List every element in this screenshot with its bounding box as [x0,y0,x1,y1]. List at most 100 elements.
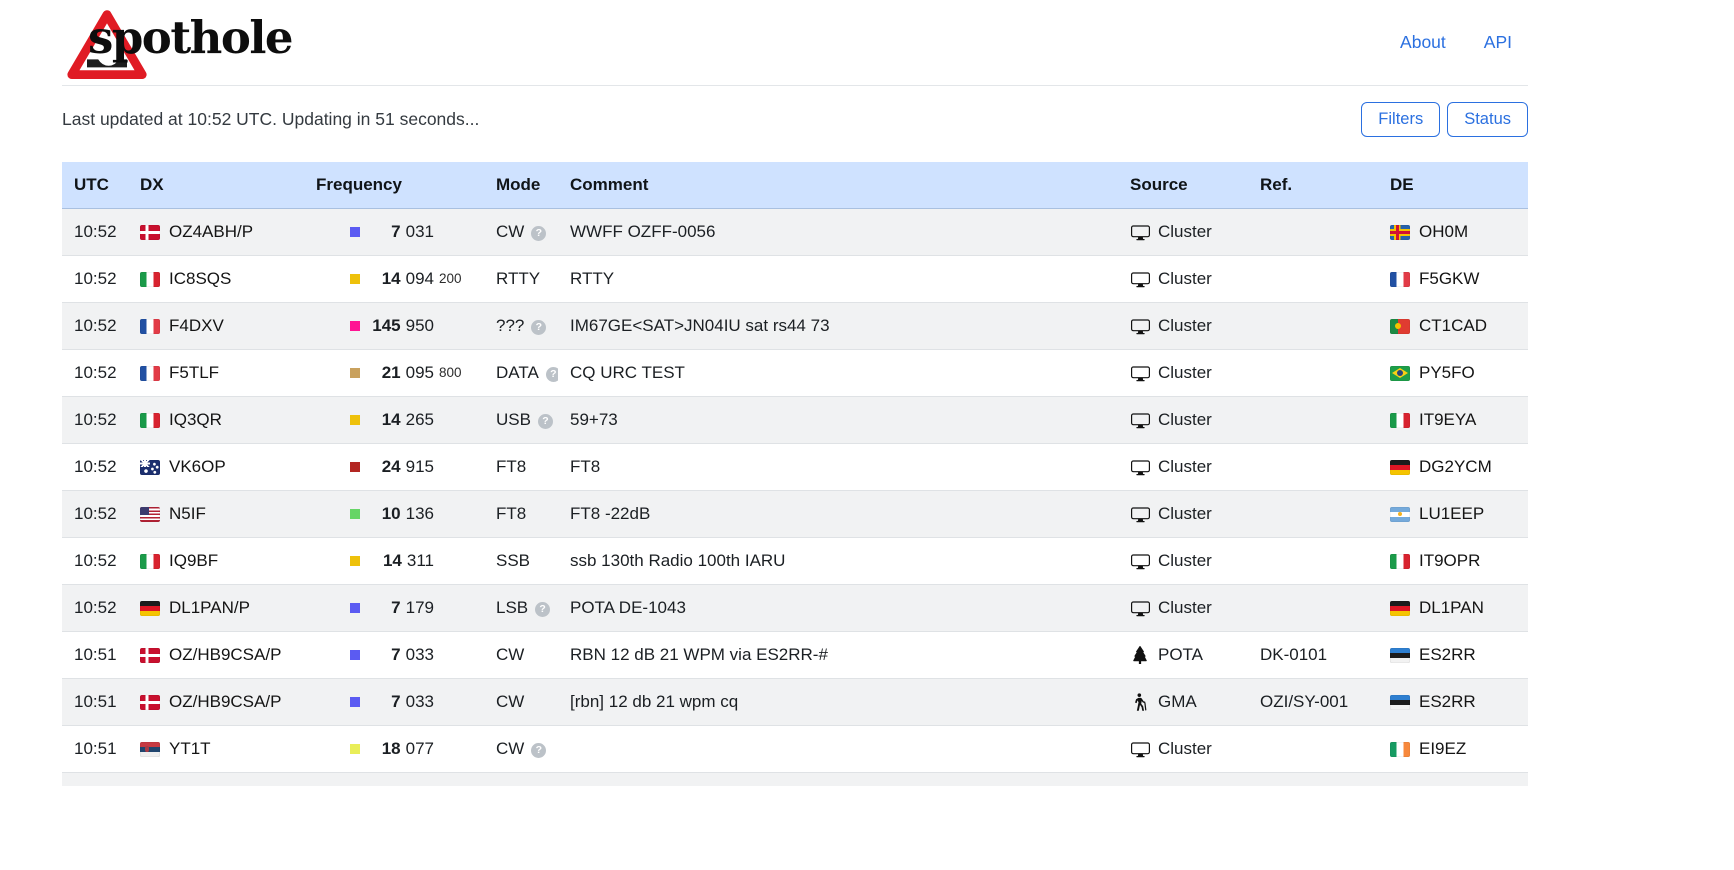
mode-help-icon[interactable]: ? [531,320,546,335]
filters-button[interactable]: Filters [1361,102,1440,137]
cluster-monitor-icon [1130,411,1150,430]
dx-callsign-link[interactable]: IC8SQS [169,267,231,291]
utc-cell: 10:51 [62,632,128,679]
mode-help-icon[interactable]: ? [535,602,550,617]
de-cell: DG2YCM [1378,444,1528,491]
source-label: POTA [1158,643,1203,667]
ref-cell [1248,773,1378,787]
source-label: Cluster [1158,549,1212,573]
mode-help-icon[interactable]: ? [538,414,553,429]
header-source: Source [1118,162,1248,209]
de-callsign-link[interactable]: CT1CAD [1419,314,1487,338]
de-cell: EI9EZ [1378,726,1528,773]
spot-row[interactable]: 10:51 OZ/HB9CSA/P 7033 CW RBN 12 dB 21 W… [62,632,1528,679]
spot-row[interactable]: 10:52 IC8SQS 14094 200 RTTY RTTY Cluster [62,256,1528,303]
comment-cell: [rbn] 12 db 21 wpm cq [558,679,1118,726]
de-callsign-link[interactable]: JI2KDZ [1419,784,1476,786]
last-updated-text: Last updated at 10:52 UTC. Updating in 5… [62,109,479,130]
de-flag-icon-germany [1390,460,1410,475]
band-color-icon [350,462,360,472]
spot-row[interactable]: 10:51 YT1T 18077 CW? Cluster [62,726,1528,773]
spot-row[interactable]: 10:51 V6D 3573 FT8 FT8 Cluster [62,773,1528,787]
cluster-monitor-icon [1130,317,1150,336]
de-callsign-link[interactable]: ES2RR [1419,643,1476,667]
ref-cell [1248,303,1378,350]
de-callsign-link[interactable]: ES2RR [1419,690,1476,714]
spot-row[interactable]: 10:52 VK6OP 24915 FT8 FT8 Cluster [62,444,1528,491]
cluster-monitor-icon [1130,599,1150,618]
table-header-row: UTC DX Frequency Mode Comment Source Ref… [62,162,1528,209]
nav-link-api[interactable]: API [1484,32,1512,53]
dx-callsign-link[interactable]: OZ4ABH/P [169,220,253,244]
spothole-logo[interactable]: spothole [62,7,362,81]
de-flag-icon-estonia [1390,695,1410,710]
de-callsign-link[interactable]: F5GKW [1419,267,1479,291]
de-callsign-link[interactable]: PY5FO [1419,361,1475,385]
dx-callsign-link[interactable]: VK6OP [169,455,226,479]
frequency-cell: 10136 [304,491,484,538]
mode-help-icon[interactable]: ? [531,226,546,241]
frequency-cell: 18077 [304,726,484,773]
dx-callsign-link[interactable]: YT1T [169,737,211,761]
band-color-icon [350,415,360,425]
de-callsign-link[interactable]: IT9OPR [1419,549,1480,573]
spot-row[interactable]: 10:52 IQ9BF 14311 SSB ssb 130th Radio 10… [62,538,1528,585]
dx-callsign-link[interactable]: V6D [169,784,202,786]
utc-cell: 10:52 [62,397,128,444]
spot-row[interactable]: 10:52 IQ3QR 14265 USB? 59+73 Cluster [62,397,1528,444]
de-callsign-link[interactable]: IT9EYA [1419,408,1476,432]
nav-link-about[interactable]: About [1400,32,1446,53]
dx-cell: OZ/HB9CSA/P [128,679,304,726]
utc-cell: 10:51 [62,773,128,787]
dx-flag-icon-denmark [140,225,160,240]
dx-callsign-link[interactable]: N5IF [169,502,206,526]
band-color-icon [350,274,360,284]
band-color-icon [350,603,360,613]
band-color-icon [350,650,360,660]
cluster-monitor-icon [1130,223,1150,242]
gma-hiker-icon [1130,693,1150,711]
dx-flag-icon-italy [140,272,160,287]
mode-help-icon[interactable]: ? [546,367,558,382]
mode-cell: CW [484,632,558,679]
ref-cell [1248,491,1378,538]
frequency-cell: 7033 [304,632,484,679]
spots-table-container: UTC DX Frequency Mode Comment Source Ref… [62,162,1528,786]
source-label: Cluster [1158,220,1212,244]
dx-callsign-link[interactable]: OZ/HB9CSA/P [169,690,281,714]
dx-callsign-link[interactable]: OZ/HB9CSA/P [169,643,281,667]
dx-callsign-link[interactable]: DL1PAN/P [169,596,250,620]
de-callsign-link[interactable]: EI9EZ [1419,737,1466,761]
dx-callsign-link[interactable]: IQ9BF [169,549,218,573]
de-callsign-link[interactable]: LU1EEP [1419,502,1484,526]
frequency-cell: 3573 [304,773,484,787]
de-callsign-link[interactable]: OH0M [1419,220,1468,244]
spot-row[interactable]: 10:52 OZ4ABH/P 7031 CW? WWFF OZFF-0056 C… [62,209,1528,256]
de-callsign-link[interactable]: DG2YCM [1419,455,1492,479]
mode-help-icon[interactable]: ? [531,743,546,758]
utc-cell: 10:52 [62,256,128,303]
comment-cell: FT8 [558,444,1118,491]
source-label: Cluster [1158,408,1212,432]
spot-row[interactable]: 10:51 OZ/HB9CSA/P 7033 CW [rbn] 12 db 21… [62,679,1528,726]
de-cell: IT9EYA [1378,397,1528,444]
source-label: Cluster [1158,314,1212,338]
spot-row[interactable]: 10:52 F4DXV 145950 ???? IM67GE<SAT>JN04I… [62,303,1528,350]
dx-callsign-link[interactable]: IQ3QR [169,408,222,432]
mode-cell: LSB? [484,585,558,632]
de-cell: LU1EEP [1378,491,1528,538]
mode-cell: CW? [484,209,558,256]
de-callsign-link[interactable]: DL1PAN [1419,596,1484,620]
ref-cell [1248,444,1378,491]
comment-cell: RBN 12 dB 21 WPM via ES2RR-# [558,632,1118,679]
status-button[interactable]: Status [1447,102,1528,137]
header-utc: UTC [62,162,128,209]
spot-row[interactable]: 10:52 F5TLF 21095 800 DATA? CQ URC TEST … [62,350,1528,397]
dx-callsign-link[interactable]: F5TLF [169,361,219,385]
utc-cell: 10:51 [62,679,128,726]
dx-callsign-link[interactable]: F4DXV [169,314,224,338]
spot-row[interactable]: 10:52 N5IF 10136 FT8 FT8 -22dB Cluster [62,491,1528,538]
utc-cell: 10:52 [62,585,128,632]
spot-row[interactable]: 10:52 DL1PAN/P 7179 LSB? POTA DE-1043 Cl… [62,585,1528,632]
header-de: DE [1378,162,1528,209]
